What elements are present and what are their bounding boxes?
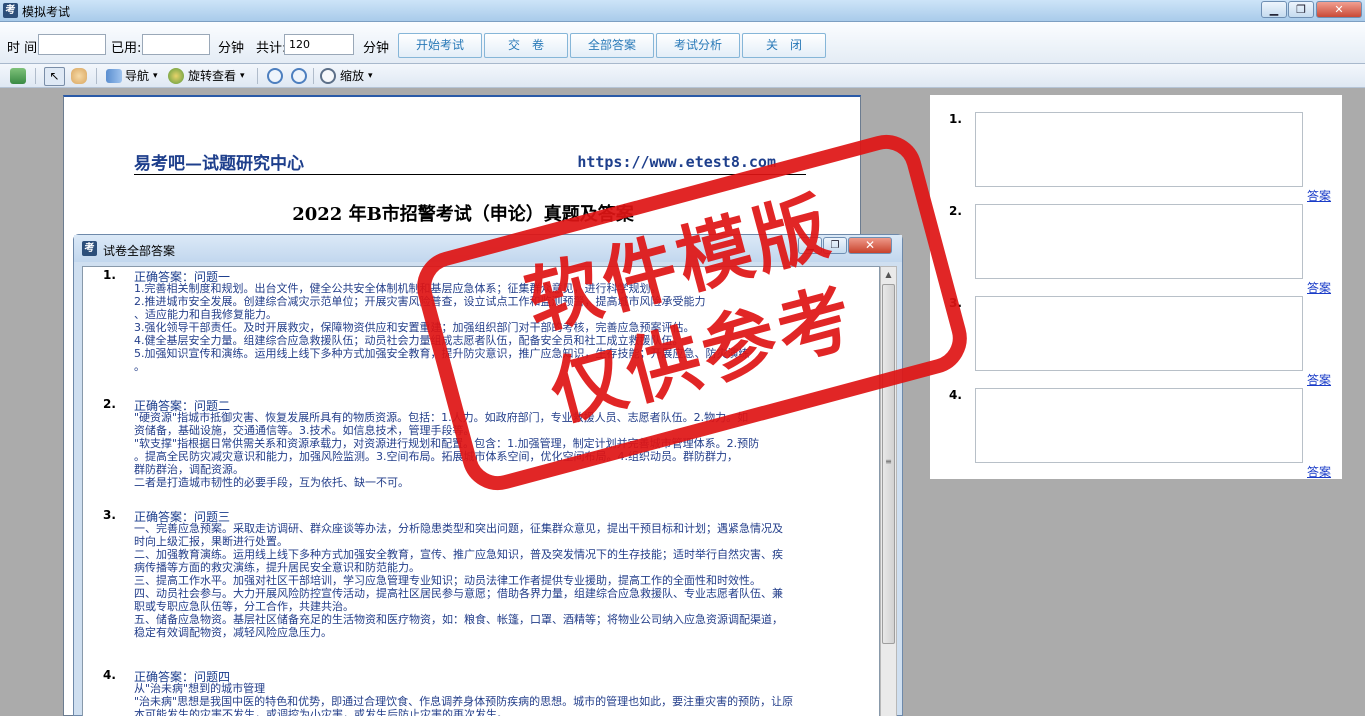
maximize-button[interactable]: ❐	[1288, 1, 1314, 18]
minutes-label: 分钟	[218, 41, 245, 56]
scroll-thumb[interactable]: ≡	[882, 284, 895, 644]
exam-analysis-button[interactable]: 考试分析	[656, 33, 740, 58]
hand-tool-icon[interactable]	[71, 68, 87, 84]
answer-link[interactable]: 答案	[1307, 187, 1331, 204]
answer-line: 4.健全基层安全力量。组建综合应急救援队伍；动员社会力量组成志愿者队伍，配备安全…	[134, 334, 684, 347]
answer-line: 1.完善相关制度和规划。出台文件，健全公共安全体制机制和基层应急体系；征集群众意…	[134, 282, 662, 295]
answer-line: 、适应能力和自我修复能力。	[134, 308, 277, 321]
answer-line: 二、加强教育演练。运用线上线下多种方式加强安全教育，宣传、推广应急知识，普及突发…	[134, 548, 783, 561]
zoom-out-icon[interactable]	[267, 68, 283, 84]
scroll-grip-icon: ≡	[885, 457, 892, 466]
all-answers-button[interactable]: 全部答案	[570, 33, 654, 58]
dialog-titlebar[interactable]: 考 试卷全部答案 ▁ ❐ ✕	[74, 235, 902, 262]
all-answers-dialog: 考 试卷全部答案 ▁ ❐ ✕ 1. 正确答案：问题一 1.完善相关制度和规划。出…	[73, 234, 903, 716]
exam-toolbar: 时 间: 已用: 分钟 共计: 120 分钟 开始考试 交 卷 全部答案 考试分…	[0, 22, 1365, 64]
minimize-button[interactable]: ▁	[1261, 1, 1287, 18]
toolbar-separator	[35, 68, 36, 84]
answer-line: 一、完善应急预案。采取走访调研、群众座谈等办法，分析隐患类型和突出问题，征集群众…	[134, 522, 783, 535]
answer-line: 五、储备应急物资。基层社区储备充足的生活物资和医疗物资，如：粮食、帐篷，口罩、酒…	[134, 613, 783, 626]
answer-box[interactable]	[975, 112, 1303, 187]
magnifier-icon	[320, 68, 336, 84]
answers-content: 1. 正确答案：问题一 1.完善相关制度和规划。出台文件，健全公共安全体制机制和…	[82, 266, 880, 716]
answer-box[interactable]	[975, 388, 1303, 463]
select-cursor-icon[interactable]: ↖	[44, 67, 65, 86]
answer-line: 从"治未病"想到的城市管理	[134, 682, 266, 695]
answer-line: 二者是打造城市韧性的必要手段，互为依托、缺一不可。	[134, 476, 409, 489]
header-site-name: 易考吧—试题研究中心	[134, 154, 304, 174]
answer-line: "硬资源"指城市抵御灾害、恢复发展所具有的物质资源。包括：1.人力。如政府部门，…	[134, 411, 749, 424]
answer-line: 3.强化领导干部责任。及时开展救灾，保障物资供应和安置重建；加强组织部门对干部的…	[134, 321, 695, 334]
used-field[interactable]	[142, 34, 210, 55]
time-label: 时 间:	[7, 41, 42, 56]
window-titlebar: 考 模拟考试 ▁ ❐ ✕	[0, 0, 1365, 22]
header-url: https://www.etest8.com	[577, 153, 776, 171]
scroll-up-arrow[interactable]: ▲	[881, 267, 896, 282]
answer-panel: 1. 答案 2. 答案 3. 答案 4. 答案	[930, 95, 1342, 479]
question-number: 4.	[103, 668, 116, 682]
answer-line: 群防群治，调配资源。	[134, 463, 244, 476]
answer-line: 稳定有效调配物资，减轻风险应急压力。	[134, 626, 332, 639]
answer-box[interactable]	[975, 296, 1303, 371]
viewer-toolbar: ↖ 导航 ▾ 旋转查看 ▾ 缩放 ▾	[0, 64, 1365, 88]
question-number: 1.	[103, 268, 116, 282]
answer-line: 病传播等方面的救灾演练，提升居民安全意识和防范能力。	[134, 561, 420, 574]
answer-line: 时向上级汇报，果断进行处置。	[134, 535, 288, 548]
question-number: 2.	[103, 397, 116, 411]
answer-line: 。	[134, 360, 145, 373]
navigation-icon	[106, 69, 122, 83]
answer-number: 4.	[949, 388, 962, 402]
window-title: 模拟考试	[22, 5, 71, 19]
toolbar-separator	[313, 68, 314, 84]
dialog-app-icon: 考	[82, 241, 97, 256]
answer-line: 资储备，基础设施，交通通信等。3.技术。如信息技术，管理手段等。	[134, 424, 475, 437]
answer-link[interactable]: 答案	[1307, 463, 1331, 480]
toolbar-separator	[257, 68, 258, 84]
answer-line: "软支撑"指根据日常供需关系和资源承载力，对资源进行规划和配置。包含：1.加强管…	[134, 437, 760, 450]
close-button[interactable]: 关 闭	[742, 33, 826, 58]
answer-link[interactable]: 答案	[1307, 371, 1331, 388]
answer-link[interactable]: 答案	[1307, 279, 1331, 296]
save-icon[interactable]	[10, 68, 26, 84]
answer-box[interactable]	[975, 204, 1303, 279]
dialog-maximize-button[interactable]: ❐	[823, 237, 847, 254]
rotate-view-menu[interactable]: 旋转查看	[188, 67, 236, 85]
answer-number: 2.	[949, 204, 962, 218]
app-icon: 考	[3, 3, 18, 18]
answer-line: 三、提高工作水平。加强对社区干部培训，学习应急管理专业知识；动员法律工作者提供专…	[134, 574, 761, 587]
answer-line: 5.加强知识宣传和演练。运用线上线下多种方式加强安全教育，提升防灾意识，推广应急…	[134, 347, 750, 360]
answer-line: "治未病"思想是我国中医的特色和优势，即通过合理饮食、作息调养身体预防疾病的思想…	[134, 695, 794, 708]
document-title: 2022 年B市招警考试（申论）真题及答案	[292, 204, 634, 225]
time-field[interactable]	[38, 34, 106, 55]
close-window-button[interactable]: ✕	[1316, 1, 1362, 18]
used-label: 已用:	[111, 41, 142, 56]
answer-line: 。提高全民防灾减灾意识和能力，加强风险监测。3.空间布局。拓展城市体系空间，优化…	[134, 450, 738, 463]
dialog-minimize-button[interactable]: ▁	[798, 237, 822, 254]
toolbar-separator	[96, 68, 97, 84]
navigation-menu[interactable]: 导航	[125, 67, 149, 85]
answer-line: 2.推进城市安全发展。创建综合减灾示范单位；开展灾害风险普查，设立试点工作和监测…	[134, 295, 706, 308]
rotate-icon	[168, 68, 184, 84]
chevron-down-icon: ▾	[240, 71, 245, 81]
answer-line: 职或专职应急队伍等，分工合作，共建共治。	[134, 600, 354, 613]
chevron-down-icon: ▾	[153, 71, 158, 81]
chevron-down-icon: ▾	[368, 71, 373, 81]
zoom-menu[interactable]: 缩放	[340, 67, 364, 85]
dialog-close-button[interactable]: ✕	[848, 237, 892, 254]
answer-line: 本可能发生的灾害不发生，或调控为小灾害，或发生后防止灾害的再次发生。	[134, 708, 508, 716]
total-field[interactable]: 120	[284, 34, 354, 55]
document-header: 易考吧—试题研究中心 https://www.etest8.com	[134, 149, 806, 175]
dialog-title: 试卷全部答案	[103, 244, 176, 258]
submit-button[interactable]: 交 卷	[484, 33, 568, 58]
answer-number: 3.	[949, 296, 962, 310]
answer-number: 1.	[949, 112, 962, 126]
total-label: 共计:	[256, 41, 287, 56]
answer-line: 四、动员社会参与。大力开展风险防控宣传活动，提高社区居民参与意愿；借助各界力量，…	[134, 587, 783, 600]
start-exam-button[interactable]: 开始考试	[398, 33, 482, 58]
dialog-scrollbar[interactable]: ▲ ≡	[880, 266, 897, 716]
zoom-in-icon[interactable]	[291, 68, 307, 84]
question-number: 3.	[103, 508, 116, 522]
minutes-label-2: 分钟	[363, 41, 390, 56]
